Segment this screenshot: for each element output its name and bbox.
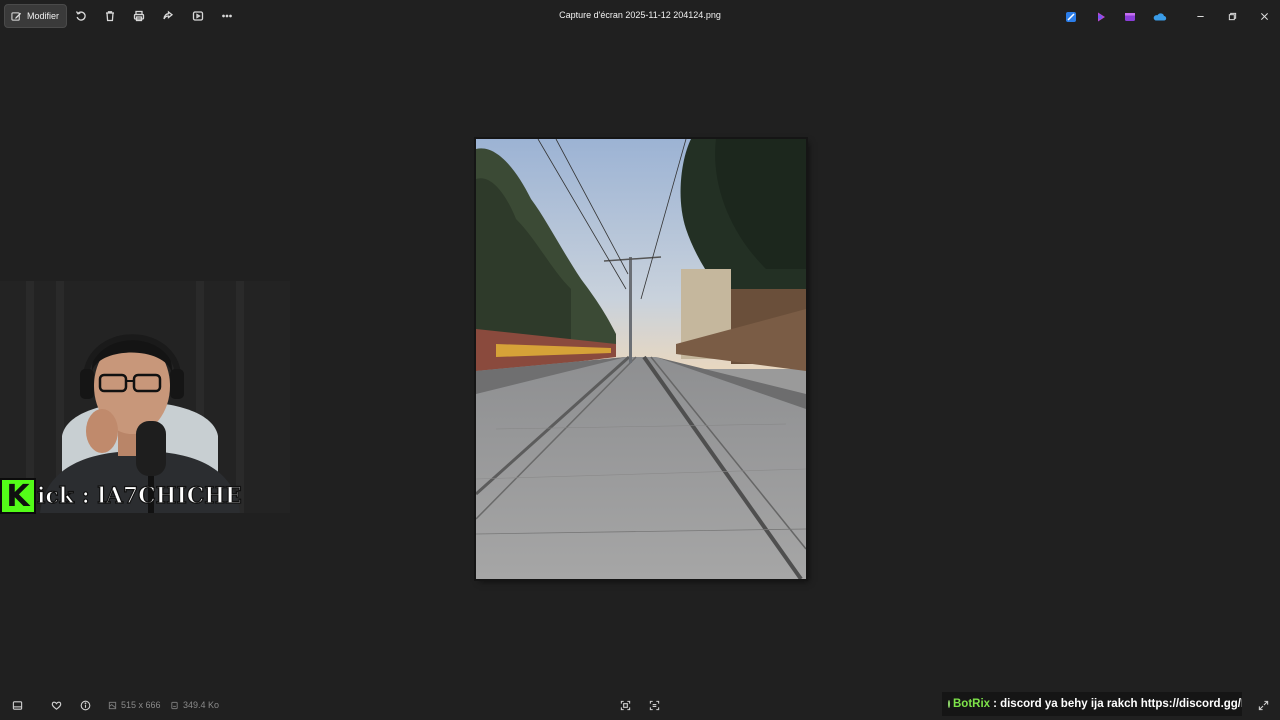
share-icon [163,10,174,20]
heart-icon [51,701,61,710]
actual-size-button[interactable] [647,698,661,712]
video-editor-icon[interactable] [1124,10,1136,22]
clipchamp-icon[interactable] [1095,10,1107,22]
close-button[interactable] [1257,8,1271,24]
verified-badge-icon [948,700,950,708]
filmstrip-icon [12,700,22,710]
minimize-icon [1196,15,1204,17]
chat-text: : discord ya behy ija rakch https://disc… [993,698,1242,710]
fit-to-window-button[interactable] [618,698,632,712]
dimensions-icon [108,701,117,709]
info-button[interactable] [78,698,92,712]
slideshow-button[interactable] [190,8,206,24]
kick-handle: ick : lA7CHICHE [36,482,242,509]
onedrive-icon[interactable] [1153,10,1167,22]
kick-logo: K [0,478,36,514]
expand-icon [1258,700,1268,710]
info-icon [80,700,90,710]
more-button[interactable] [219,8,235,24]
file-size: 349.4 Ko [170,700,219,710]
chat-username: BotRix [953,698,991,710]
rotate-button[interactable] [73,8,89,24]
edit-icon [11,11,22,21]
delete-button[interactable] [102,8,118,24]
railway-photo [476,139,806,579]
actual-size-icon [649,700,659,710]
favorite-button[interactable] [49,698,63,712]
top-bar: Modifier Capture d'écran 2025-11-12 2041… [0,0,1280,32]
file-size-icon [171,701,178,709]
filmstrip-button[interactable] [10,698,24,712]
fullscreen-button[interactable] [1256,698,1270,712]
rotate-icon [75,11,86,21]
fit-window-icon [620,700,630,710]
photo-viewer-image[interactable] [476,139,806,579]
close-icon [1260,12,1268,20]
restore-button[interactable] [1225,8,1239,24]
edit-button-label: Modifier [27,11,60,21]
print-icon [133,10,145,22]
minimize-button[interactable] [1193,8,1207,24]
delete-icon [106,11,114,22]
chat-message-overlay: BotRix : discord ya behy ija rakch https… [942,692,1242,716]
edit-button[interactable]: Modifier [4,4,68,28]
image-dimensions: 515 x 666 [108,700,161,710]
kick-banner: K ick : lA7CHICHE [0,478,242,514]
slideshow-icon [192,11,204,21]
print-button[interactable] [131,8,147,24]
designer-icon[interactable] [1065,10,1077,22]
restore-icon [1228,12,1236,20]
share-button[interactable] [160,8,176,24]
more-icon [222,14,232,18]
